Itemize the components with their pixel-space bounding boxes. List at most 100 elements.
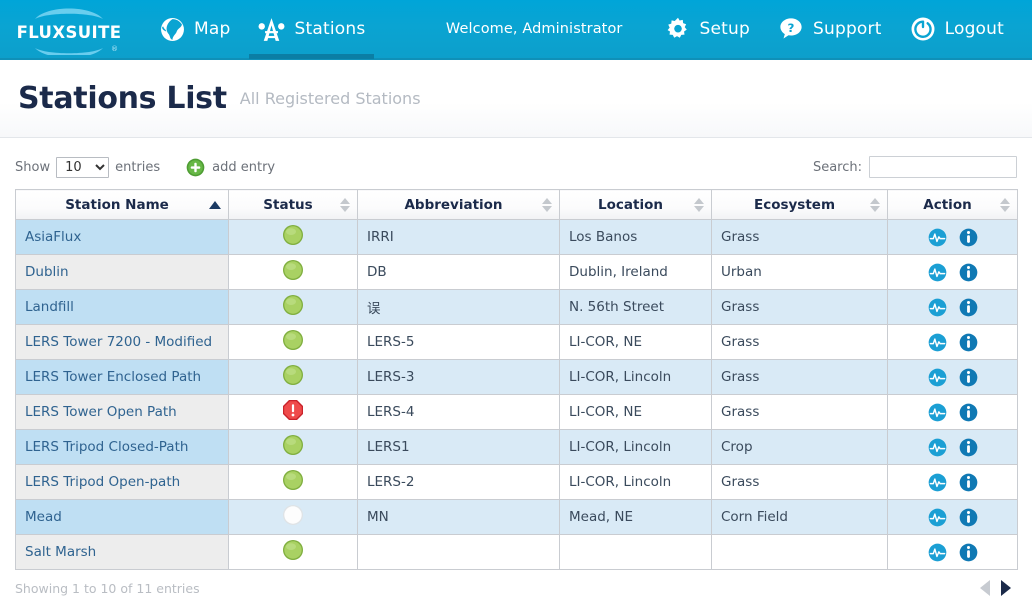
fluxsuite-logo[interactable]: FLUXSUITE ® [14,3,124,55]
chart-pulse-icon[interactable] [928,508,947,527]
cell-station-name: LERS Tripod Open-path [15,464,229,500]
info-icon[interactable] [959,333,978,352]
cell-action [887,289,1018,325]
info-icon[interactable] [959,263,978,282]
cell-location: N. 56th Street [559,289,712,325]
chart-pulse-icon[interactable] [928,263,947,282]
info-icon[interactable] [959,298,978,317]
info-icon[interactable] [959,368,978,387]
cell-ecosystem: Grass [711,324,888,360]
gear-icon [665,16,691,42]
cell-ecosystem: Corn Field [711,499,888,535]
table-row: LERS Tower Enclosed Path LERS-3 LI-COR, Li… [15,359,1018,395]
column-header-station-name[interactable]: Station Name [15,189,229,220]
station-name-link[interactable]: LERS Tower Enclosed Path [25,369,201,385]
sort-toggle-icon [1000,197,1010,212]
search-input[interactable] [869,156,1017,178]
column-header-status[interactable]: Status [228,189,358,220]
cell-location: LI-COR, NE [559,324,712,360]
info-icon[interactable] [959,543,978,562]
status-ok-icon [282,295,304,320]
cell-ecosystem [711,534,888,570]
station-name-link[interactable]: LERS Tower 7200 - Modified [25,334,212,350]
previous-page-button[interactable] [980,580,990,596]
chart-pulse-icon[interactable] [928,333,947,352]
column-header-action-label: Action [923,196,972,213]
cell-abbreviation: LERS-2 [357,464,560,500]
table-row: Landfill 误 N. 56th Street Grass [15,289,1018,325]
cell-station-name: Dublin [15,254,229,290]
cell-location: Los Banos [559,219,712,255]
page-header: Stations List All Registered Stations [0,60,1032,138]
question-bubble-icon: ? [778,16,804,42]
tower-icon [258,17,285,42]
chart-pulse-icon[interactable] [928,438,947,457]
chart-pulse-icon[interactable] [928,368,947,387]
status-idle-icon [282,505,304,530]
cell-status [228,464,358,500]
table-row: Salt Marsh [15,534,1018,570]
table-controls: Show 10 25 50 100 entries add entry Sear… [15,145,1017,189]
nav-item-stations-label: Stations [294,19,366,39]
chart-pulse-icon[interactable] [928,298,947,317]
column-header-location[interactable]: Location [559,189,712,220]
nav-item-stations[interactable]: Stations [244,0,379,59]
status-ok-icon [282,365,304,390]
add-entry-button[interactable]: add entry [186,158,275,177]
cell-status [228,254,358,290]
welcome-text: Welcome, Administrator [445,21,623,37]
cell-action [887,499,1018,535]
cell-abbreviation [357,534,560,570]
info-icon[interactable] [959,228,978,247]
station-name-link[interactable]: AsiaFlux [25,229,81,245]
chart-pulse-icon[interactable] [928,543,947,562]
cell-station-name: Mead [15,499,229,535]
page-length-select[interactable]: 10 25 50 100 [56,156,110,178]
station-name-link[interactable]: LERS Tower Open Path [25,404,177,420]
table-row: LERS Tower Open Path LERS-4 LI-COR, NE Gras… [15,394,1018,430]
station-name-link[interactable]: Mead [25,509,62,525]
cell-ecosystem: Grass [711,464,888,500]
add-entry-label: add entry [212,159,276,175]
cell-status [228,394,358,430]
nav-item-setup[interactable]: Setup [651,0,764,59]
table-row: LERS Tripod Closed-Path LERS1 LI-COR, Linc… [15,429,1018,465]
column-header-action[interactable]: Action [887,189,1018,220]
cell-station-name: LERS Tower 7200 - Modified [15,324,229,360]
info-icon[interactable] [959,508,978,527]
cell-status [228,534,358,570]
info-icon[interactable] [959,403,978,422]
nav-item-logout-label: Logout [944,19,1004,39]
nav-item-map-label: Map [194,19,231,39]
nav-item-logout[interactable]: Logout [896,0,1018,59]
chart-pulse-icon[interactable] [928,228,947,247]
station-name-link[interactable]: LERS Tripod Closed-Path [25,439,188,455]
status-ok-icon [282,330,304,355]
cell-action [887,324,1018,360]
cell-location: LI-COR, Lincoln [559,464,712,500]
cell-abbreviation: MN [357,499,560,535]
next-page-button[interactable] [1001,580,1011,596]
nav-item-support[interactable]: ? Support [764,0,896,59]
column-header-ecosystem[interactable]: Ecosystem [711,189,888,220]
cell-ecosystem: Grass [711,289,888,325]
status-alert-icon [282,400,304,425]
chart-pulse-icon[interactable] [928,473,947,492]
station-name-link[interactable]: LERS Tripod Open-path [25,474,180,490]
pagination [980,580,1017,596]
sort-toggle-icon [870,197,880,212]
station-name-link[interactable]: Salt Marsh [25,544,96,560]
cell-location: Dublin, Ireland [559,254,712,290]
chart-pulse-icon[interactable] [928,403,947,422]
nav-item-map[interactable]: Map [146,0,244,59]
svg-text:FLUXSUITE: FLUXSUITE [17,23,121,42]
cell-ecosystem: Crop [711,429,888,465]
info-icon[interactable] [959,438,978,457]
station-name-link[interactable]: Dublin [25,264,69,280]
cell-station-name: LERS Tripod Closed-Path [15,429,229,465]
info-icon[interactable] [959,473,978,492]
cell-action [887,534,1018,570]
column-header-abbreviation[interactable]: Abbreviation [357,189,560,220]
station-name-link[interactable]: Landfill [25,299,74,315]
cell-station-name: LERS Tower Open Path [15,394,229,430]
